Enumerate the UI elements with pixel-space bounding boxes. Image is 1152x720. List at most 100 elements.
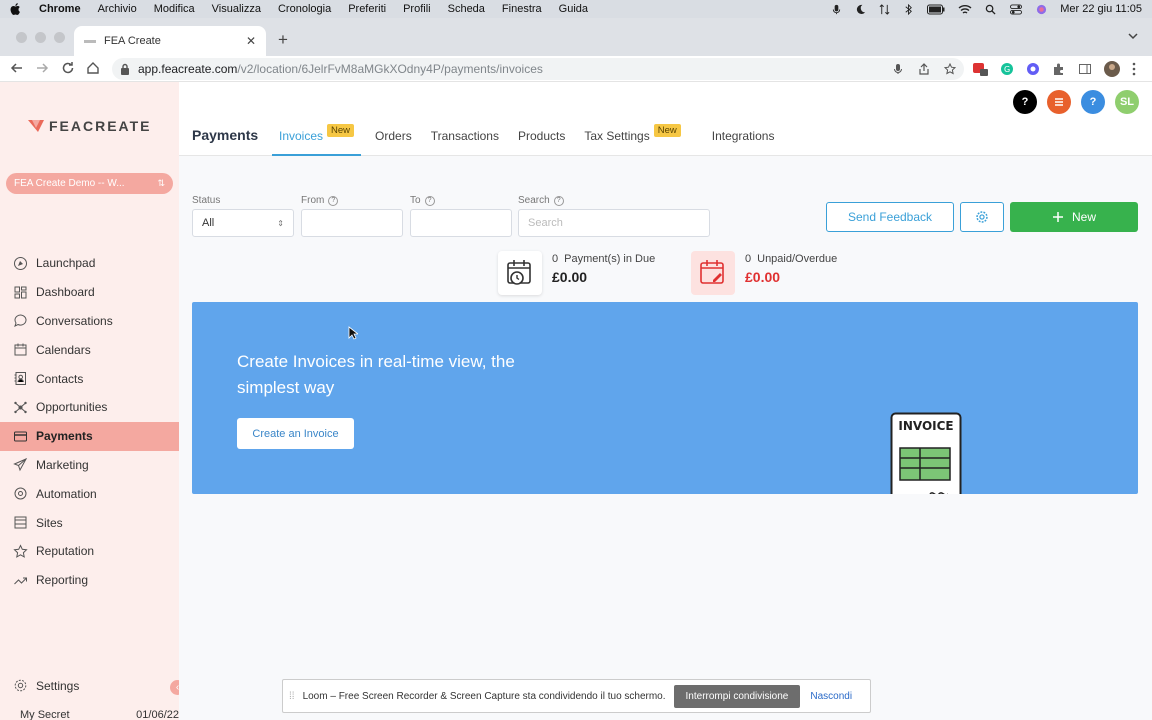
chrome-tab-strip: FEA Create ✕ + [0,18,1152,56]
create-invoice-button[interactable]: Create an Invoice [237,418,354,449]
lock-icon[interactable] [120,63,130,75]
mac-menu-scheda[interactable]: Scheda [448,3,485,15]
payments-due-stat: 0 Payment(s) in Due £0.00 [498,251,661,295]
mac-menu-chrome[interactable]: Chrome [39,3,81,15]
new-badge: New [653,124,681,137]
home-icon[interactable] [86,61,100,75]
gear-icon [14,679,27,692]
mac-menu-profili[interactable]: Profili [403,3,431,15]
minimize-window-button[interactable] [35,32,46,43]
help-circle-icon[interactable]: ? [424,195,435,206]
from-date-input[interactable] [301,209,403,237]
sharing-message: Loom – Free Screen Recorder & Screen Cap… [302,690,666,702]
tab-orders[interactable]: Orders [368,122,419,156]
close-tab-icon[interactable]: ✕ [246,34,256,48]
url-host: app.feacreate.com [138,62,238,76]
moon-icon[interactable] [855,4,866,15]
address-bar[interactable]: app.feacreate.com/v2/location/6JelrFvM8a… [112,58,964,80]
mac-menu-cronologia[interactable]: Cronologia [278,3,331,15]
sidebar-item-opportunities[interactable]: Opportunities [0,393,179,422]
send-feedback-label: Send Feedback [847,210,933,224]
hide-bar-button[interactable]: Nascondi [810,691,852,702]
brand-logo[interactable]: FEACREATE [27,118,152,134]
sidebar-item-automation[interactable]: Automation [0,479,179,508]
location-switcher[interactable]: FEA Create Demo -- W... ⇅ [6,173,173,194]
send-feedback-button[interactable]: Send Feedback [826,202,954,232]
user-avatar[interactable]: SL [1115,90,1139,114]
mac-menu-modifica[interactable]: Modifica [154,3,195,15]
sidebar-item-contacts[interactable]: Contacts [0,364,179,393]
stop-sharing-button[interactable]: Interrompi condivisione [673,684,801,708]
chrome-menu-icon[interactable] [1132,62,1136,76]
side-panel-icon[interactable] [1078,62,1092,76]
extension-badge-icon[interactable] [972,62,988,76]
control-center-icon[interactable] [1009,3,1023,15]
search-input[interactable]: Search [518,209,710,237]
loom-extension-icon[interactable] [1026,62,1040,76]
mac-menu-finestra[interactable]: Finestra [502,3,542,15]
sidebar-item-sites[interactable]: Sites [0,508,179,537]
tab-products[interactable]: Products [511,122,572,156]
wifi-icon[interactable] [958,4,972,15]
sidebar-item-reputation[interactable]: Reputation [0,537,179,566]
tab-integrations[interactable]: Integrations [705,122,782,156]
drag-handle-icon[interactable]: ⁞⁞ [289,691,295,702]
bluetooth-icon[interactable] [903,3,914,15]
payments-icon [14,431,27,442]
sidebar-item-dashboard[interactable]: Dashboard [0,278,179,307]
close-window-button[interactable] [16,32,27,43]
apple-icon[interactable] [10,3,21,15]
mac-menu-archivio[interactable]: Archivio [98,3,137,15]
help-circle-icon[interactable]: ? [328,195,339,206]
mac-menu-preferiti[interactable]: Preferiti [348,3,386,15]
sidebar-item-settings[interactable]: Settings [13,678,79,693]
mac-menu-guida[interactable]: Guida [559,3,588,15]
peek-date: 01/06/22 [136,709,179,720]
puzzle-extensions-icon[interactable] [1052,62,1066,76]
forward-arrow-icon[interactable] [35,61,49,75]
new-tab-icon[interactable]: + [278,30,288,50]
browser-tab-active[interactable]: FEA Create ✕ [74,26,266,56]
spotlight-search-icon[interactable] [985,4,996,15]
support-question-button[interactable]: ? [1013,90,1037,114]
tab-transactions[interactable]: Transactions [424,122,506,156]
reload-icon[interactable] [61,61,75,75]
tab-search-chevron-icon[interactable] [1128,31,1138,41]
mac-menu-visualizza[interactable]: Visualizza [212,3,261,15]
sidebar-item-marketing[interactable]: Marketing [0,451,179,480]
sidebar-item-reporting[interactable]: Reporting [0,566,179,595]
opportunities-icon [14,401,27,414]
help-button[interactable]: ? [1081,90,1105,114]
battery-icon[interactable] [927,4,945,15]
mic-icon[interactable] [892,63,904,75]
create-invoice-label: Create an Invoice [252,427,339,440]
bookmark-star-icon[interactable] [944,63,956,75]
status-label: Status [192,195,220,206]
sidebar-item-payments[interactable]: Payments [0,421,179,451]
new-badge: New [327,124,355,137]
maximize-window-button[interactable] [54,32,65,43]
to-date-input[interactable] [410,209,512,237]
grammarly-icon[interactable]: G [1000,62,1014,76]
back-arrow-icon[interactable] [10,61,24,75]
sidebar-item-label: Calendars [36,342,91,357]
sidebar-item-conversations[interactable]: Conversations [0,307,179,336]
profile-avatar-icon[interactable] [1104,61,1120,77]
notifications-list-button[interactable] [1047,90,1071,114]
invoice-settings-button[interactable] [960,202,1004,232]
sidebar-item-calendars[interactable]: Calendars [0,335,179,364]
siri-icon[interactable] [1036,4,1047,15]
automation-icon [14,487,27,500]
tab-invoices[interactable]: Invoices New [272,122,362,156]
mac-clock[interactable]: Mer 22 giu 11:05 [1060,3,1142,15]
tab-tax-settings[interactable]: Tax Settings New [577,122,687,156]
sidebar-item-launchpad[interactable]: Launchpad [0,249,179,278]
share-icon[interactable] [918,63,930,75]
search-label: Search? [518,195,564,206]
due-count: 0 [552,253,559,265]
transfer-icon[interactable] [879,3,890,15]
status-select[interactable]: All ⇕ [192,209,294,237]
new-invoice-button[interactable]: New [1010,202,1138,232]
help-circle-icon[interactable]: ? [553,195,564,206]
microphone-icon[interactable] [831,4,842,15]
